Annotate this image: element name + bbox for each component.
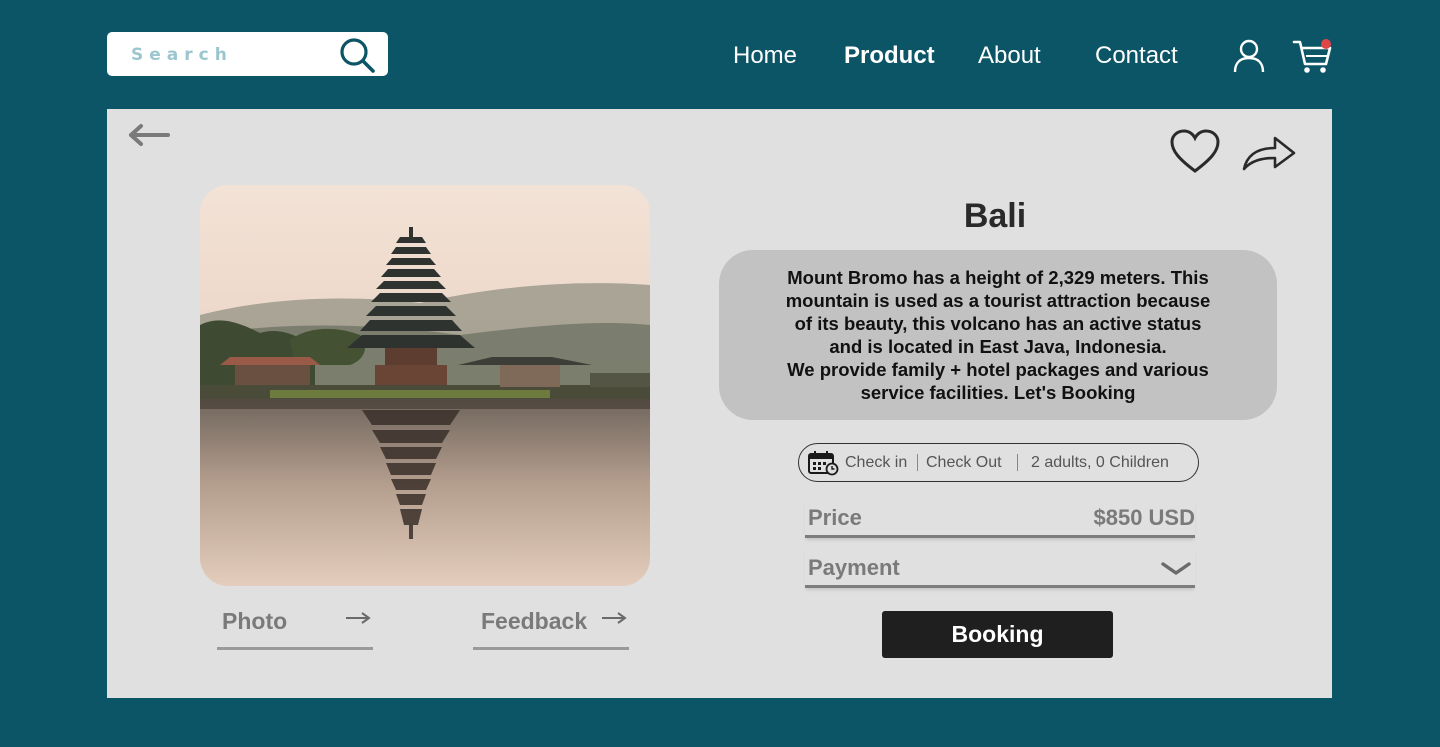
booking-selector[interactable]: Check in Check Out 2 adults, 0 Children	[798, 443, 1199, 482]
photo-link-label: Photo	[222, 608, 288, 634]
nav-contact[interactable]: Contact	[1095, 40, 1178, 72]
guests-field[interactable]: 2 adults, 0 Children	[1031, 454, 1169, 472]
payment-select[interactable]: Payment	[805, 549, 1195, 588]
nav-about[interactable]: About	[978, 40, 1041, 72]
description-line: Mount Bromo has a height of 2,329 meters…	[787, 267, 1209, 288]
arrow-right-icon	[602, 612, 627, 624]
cart-icon[interactable]	[1292, 36, 1336, 76]
nav-product[interactable]: Product	[844, 40, 935, 72]
feedback-link[interactable]: Feedback	[473, 607, 629, 650]
description-line: and is located in East Java, Indonesia.	[829, 336, 1167, 357]
arrow-right-icon	[346, 612, 371, 624]
divider	[1017, 454, 1018, 471]
product-card: Photo Feedback Bali Mount Bromo has a he…	[107, 109, 1332, 698]
back-arrow-icon[interactable]	[127, 123, 171, 147]
user-icon[interactable]	[1232, 38, 1266, 74]
product-photo	[200, 185, 650, 586]
price-value: $850 USD	[1093, 505, 1195, 530]
heart-icon[interactable]	[1169, 129, 1221, 175]
calendar-clock-icon[interactable]	[807, 450, 839, 476]
search-input[interactable]	[129, 32, 333, 78]
description-line: mountain is used as a tourist attraction…	[785, 290, 1211, 311]
check-out-field[interactable]: Check Out	[926, 454, 1002, 472]
description-line: We provide family + hotel packages and v…	[787, 359, 1209, 380]
product-description: Mount Bromo has a height of 2,329 meters…	[719, 250, 1277, 420]
share-icon[interactable]	[1241, 133, 1297, 173]
description-line: of its beauty, this volcano has an activ…	[794, 313, 1202, 334]
check-in-field[interactable]: Check in	[845, 454, 907, 472]
divider	[917, 454, 918, 471]
payment-label: Payment	[808, 555, 900, 580]
price-row: Price $850 USD	[805, 499, 1195, 538]
search-icon[interactable]	[338, 36, 376, 74]
product-title: Bali	[963, 197, 1027, 235]
description-line: service facilities. Let's Booking	[860, 382, 1136, 403]
chevron-down-icon[interactable]	[1161, 561, 1191, 577]
photo-link[interactable]: Photo	[217, 607, 373, 650]
price-label: Price	[808, 505, 862, 530]
feedback-link-label: Feedback	[481, 608, 588, 634]
cart-badge	[1321, 39, 1331, 49]
booking-button[interactable]: Booking	[882, 611, 1113, 658]
nav-home[interactable]: Home	[733, 40, 797, 72]
